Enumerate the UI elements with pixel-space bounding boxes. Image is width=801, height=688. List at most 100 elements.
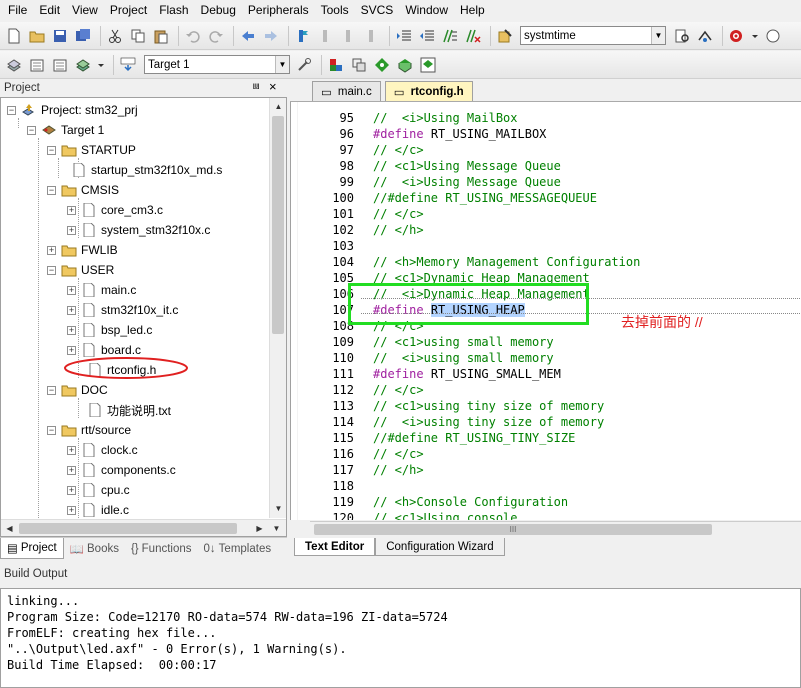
paste-icon[interactable] (151, 26, 171, 46)
debug-dropdown-icon[interactable] (750, 26, 760, 46)
tab-functions[interactable]: {} Functions (125, 538, 198, 559)
code-line[interactable]: 101 // </c> (291, 206, 801, 222)
collapse-icon[interactable]: − (47, 265, 56, 275)
tree-file[interactable]: 功能说明.txt (87, 400, 171, 420)
new-file-icon[interactable] (4, 26, 24, 46)
manage-components-icon[interactable] (326, 55, 346, 75)
tab-books[interactable]: 📖 Books (64, 538, 125, 559)
unindent-icon[interactable] (417, 26, 437, 46)
code-line[interactable]: 99 // <i>Using Message Queue (291, 174, 801, 190)
open-folder-icon[interactable] (27, 26, 47, 46)
scroll-down-icon[interactable]: ▼ (271, 501, 286, 516)
expand-icon[interactable]: + (67, 205, 76, 215)
debug-session-icon[interactable] (727, 26, 747, 46)
rebuild-icon[interactable] (50, 55, 70, 75)
code-line[interactable]: 115 //#define RT_USING_TINY_SIZE (291, 430, 801, 446)
expand-icon[interactable]: + (67, 305, 76, 315)
menu-file[interactable]: File (2, 0, 33, 20)
menu-edit[interactable]: Edit (33, 0, 66, 20)
uncomment-icon[interactable] (463, 26, 483, 46)
circle-icon[interactable] (763, 26, 783, 46)
find-in-files-icon[interactable] (495, 26, 515, 46)
code-line[interactable]: 116 // </c> (291, 446, 801, 462)
scroll-up-icon[interactable]: ▲ (271, 99, 286, 114)
code-line[interactable]: 103 (291, 238, 801, 254)
tree-target[interactable]: − Target 1 (27, 120, 104, 140)
batch-dropdown-icon[interactable] (96, 55, 106, 75)
menu-help[interactable]: Help (454, 0, 491, 20)
code-line[interactable]: 100 //#define RT_USING_MESSAGEQUEUE (291, 190, 801, 206)
expand-icon[interactable]: + (67, 325, 76, 335)
bookmark-next-icon[interactable] (339, 26, 359, 46)
save-icon[interactable] (50, 26, 70, 46)
run-env-icon[interactable] (372, 55, 392, 75)
code-line[interactable]: 112 // </c> (291, 382, 801, 398)
tab-text-editor[interactable]: Text Editor (294, 538, 376, 556)
tree-file[interactable]: + system_stm32f10x.c (67, 220, 210, 240)
file-extensions-icon[interactable] (349, 55, 369, 75)
scroll-left-icon[interactable]: ◀ (2, 521, 17, 536)
code-line[interactable]: 118 (291, 478, 801, 494)
menu-debug[interactable]: Debug (195, 0, 242, 20)
code-line[interactable]: 102 // </h> (291, 222, 801, 238)
code-line[interactable]: 96 #define RT_USING_MAILBOX (291, 126, 801, 142)
tree-file[interactable]: + clock.c (67, 440, 138, 460)
menu-tools[interactable]: Tools (315, 0, 355, 20)
tab-configuration-wizard[interactable]: Configuration Wizard (375, 538, 505, 556)
code-line[interactable]: 117 // </h> (291, 462, 801, 478)
menu-view[interactable]: View (66, 0, 104, 20)
project-horizontal-scrollbar[interactable]: ◀ ▶ ▼ (1, 519, 286, 536)
pack-installer-icon[interactable] (395, 55, 415, 75)
tree-file[interactable]: startup_stm32f10x_md.s (71, 160, 222, 180)
tree-group-fwlib[interactable]: + FWLIB (47, 240, 118, 260)
scroll-thumb[interactable] (19, 523, 237, 534)
collapse-icon[interactable]: − (27, 125, 36, 135)
tab-templates[interactable]: 0↓ Templates (198, 538, 278, 559)
build-icon[interactable] (27, 55, 47, 75)
code-line[interactable]: 119 // <h>Console Configuration (291, 494, 801, 510)
tree-file[interactable]: + bsp_led.c (67, 320, 152, 340)
code-line[interactable]: 95 // <i>Using MailBox (291, 110, 801, 126)
tree-group-cmsis[interactable]: − CMSIS (47, 180, 119, 200)
code-line[interactable]: 97 // </c> (291, 142, 801, 158)
code-line[interactable]: 113 // <c1>using tiny size of memory (291, 398, 801, 414)
code-line[interactable]: 114 // <i>using tiny size of memory (291, 414, 801, 430)
code-line[interactable]: 106 // <i>Dynamic Heap Management (291, 286, 801, 302)
download-icon[interactable] (118, 55, 138, 75)
code-line[interactable]: 104 // <h>Memory Management Configuration (291, 254, 801, 270)
code-line[interactable]: 109 // <c1>using small memory (291, 334, 801, 350)
collapse-icon[interactable]: − (47, 185, 56, 195)
find-icon[interactable] (672, 26, 692, 46)
tab-project[interactable]: ▤ Project (0, 538, 64, 559)
code-line[interactable]: 111 #define RT_USING_SMALL_MEM (291, 366, 801, 382)
bookmark-icon[interactable] (293, 26, 313, 46)
menu-window[interactable]: Window (399, 0, 454, 20)
bookmark-clear-icon[interactable] (362, 26, 382, 46)
scroll-thumb[interactable] (272, 116, 284, 334)
tab-main-c[interactable]: ▭ main.c (312, 81, 381, 101)
redo-icon[interactable] (206, 26, 226, 46)
comment-icon[interactable] (440, 26, 460, 46)
tree-file[interactable]: + main.c (67, 280, 136, 300)
undo-icon[interactable] (183, 26, 203, 46)
collapse-icon[interactable]: − (7, 105, 16, 115)
scroll-down-icon[interactable]: ▼ (269, 521, 284, 536)
menu-flash[interactable]: Flash (153, 0, 194, 20)
expand-icon[interactable]: + (67, 485, 76, 495)
menu-peripherals[interactable]: Peripherals (242, 0, 315, 20)
code-line[interactable]: 110 // <i>using small memory (291, 350, 801, 366)
chevron-down-icon[interactable]: ▼ (651, 27, 665, 44)
search-combo[interactable]: systmtime ▼ (520, 26, 666, 45)
search-input[interactable]: systmtime (524, 30, 576, 42)
collapse-icon[interactable]: − (47, 385, 56, 395)
expand-icon[interactable]: + (47, 245, 56, 255)
save-all-icon[interactable] (73, 26, 93, 46)
nav-back-icon[interactable] (238, 26, 258, 46)
tree-file[interactable]: + components.c (67, 460, 176, 480)
expand-icon[interactable]: + (67, 225, 76, 235)
tree-group-user[interactable]: − USER (47, 260, 114, 280)
tree-project-root[interactable]: − Project: stm32_prj (7, 100, 138, 120)
collapse-icon[interactable]: − (47, 425, 56, 435)
tree-group-doc[interactable]: − DOC (47, 380, 108, 400)
expand-icon[interactable]: + (67, 345, 76, 355)
